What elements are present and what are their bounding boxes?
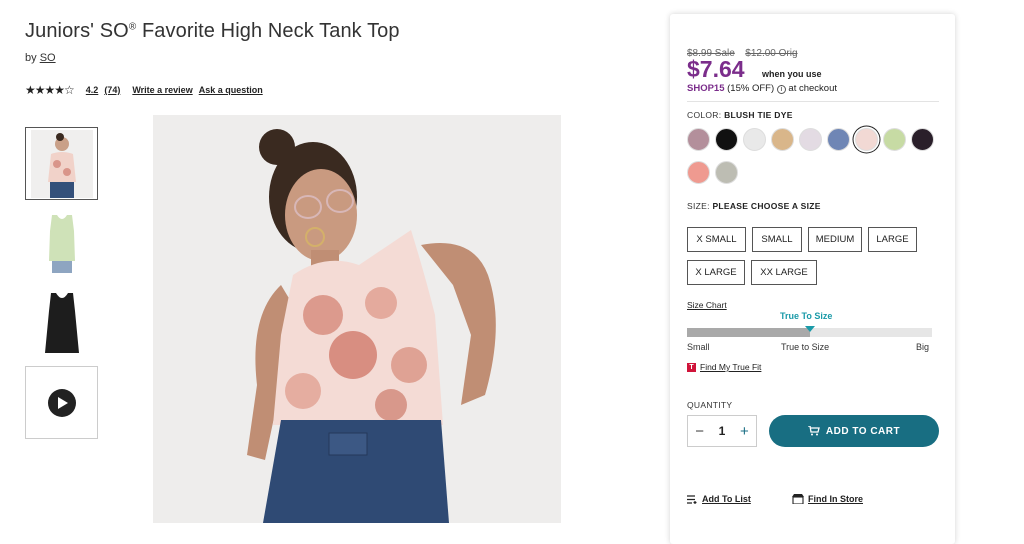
color-swatch[interactable]: [687, 128, 710, 151]
fit-indicator-label: True To Size: [780, 311, 833, 321]
promo-line: SHOP15 (15% OFF) i at checkout: [687, 83, 837, 94]
color-swatch[interactable]: [911, 128, 934, 151]
size-large[interactable]: LARGE: [868, 227, 917, 252]
color-swatch[interactable]: [771, 128, 794, 151]
color-swatch[interactable]: [715, 161, 738, 184]
find-in-store-link[interactable]: Find In Store: [792, 494, 863, 504]
true-fit-row[interactable]: T Find My True Fit: [687, 362, 761, 372]
color-swatch[interactable]: [855, 128, 878, 151]
quantity-stepper: − 1 +: [687, 415, 757, 447]
list-icon: [687, 494, 697, 504]
size-small[interactable]: SMALL: [752, 227, 802, 252]
write-review-link[interactable]: Write a review: [132, 85, 192, 95]
fit-scale-bar: [687, 326, 932, 337]
rating-row: ★★★★☆ 4.2 (74) Write a review Ask a ques…: [25, 83, 269, 97]
main-product-image[interactable]: [153, 115, 561, 523]
star-rating-icon: ★★★★☆: [25, 83, 75, 97]
color-swatch[interactable]: [883, 128, 906, 151]
brand-line: by SO: [25, 52, 56, 64]
add-to-list-link[interactable]: Add To List: [687, 494, 751, 504]
play-icon: [47, 388, 76, 417]
brand-link[interactable]: SO: [40, 52, 56, 64]
quantity-value[interactable]: 1: [719, 424, 726, 438]
green-tank-thumb-image: [48, 214, 75, 273]
rating-value-link[interactable]: 4.2: [86, 85, 99, 95]
fit-marker-icon: [804, 326, 815, 332]
decrement-button[interactable]: −: [695, 423, 704, 440]
cart-icon: [807, 426, 820, 436]
color-swatch[interactable]: [827, 128, 850, 151]
increment-button[interactable]: +: [740, 423, 749, 440]
color-swatch[interactable]: [715, 128, 738, 151]
current-price: $7.64: [687, 56, 745, 82]
product-title: Juniors' SO® Favorite High Neck Tank Top: [25, 20, 400, 42]
color-label: COLOR: BLUSH TIE DYE: [687, 110, 793, 120]
when-you-use-text: when you use: [762, 69, 822, 79]
find-true-fit-link[interactable]: Find My True Fit: [700, 362, 761, 372]
color-swatch[interactable]: [743, 128, 766, 151]
size-xx-large[interactable]: XX LARGE: [751, 260, 817, 285]
model-thumb-image: [30, 129, 93, 198]
divider: [687, 101, 939, 102]
size-x-large[interactable]: X LARGE: [687, 260, 745, 285]
thumbnail-video[interactable]: [25, 366, 98, 439]
size-chart-link[interactable]: Size Chart: [687, 300, 727, 310]
size-x-small[interactable]: X SMALL: [687, 227, 746, 252]
scale-big-label: Big: [916, 342, 930, 352]
size-label: SIZE: PLEASE CHOOSE A SIZE: [687, 201, 821, 211]
model-illustration: [153, 115, 561, 523]
color-swatch[interactable]: [799, 128, 822, 151]
thumbnail-green-tank[interactable]: [25, 208, 98, 281]
thumbnail-model-front[interactable]: [25, 127, 98, 200]
size-medium[interactable]: MEDIUM: [808, 227, 862, 252]
quantity-label: QUANTITY: [687, 400, 733, 410]
fit-scale-fill: [687, 328, 810, 337]
info-icon[interactable]: i: [776, 85, 786, 94]
ask-question-link[interactable]: Ask a question: [199, 85, 263, 95]
scale-mid-label: True to Size: [781, 342, 830, 352]
black-tank-thumb-image: [44, 292, 79, 353]
promo-code: SHOP15: [687, 83, 725, 94]
orig-price-struck: $12.00 Orig: [745, 48, 798, 59]
thumbnail-black-tank[interactable]: [25, 286, 98, 359]
scale-small-label: Small: [687, 342, 710, 352]
add-to-cart-button[interactable]: ADD TO CART: [769, 415, 939, 447]
review-count-link[interactable]: (74): [104, 85, 120, 95]
color-swatch[interactable]: [687, 161, 710, 184]
true-fit-logo-icon: T: [687, 362, 696, 372]
store-icon: [792, 494, 804, 504]
purchase-panel: $8.99 Sale $12.00 Orig $7.64 when you us…: [670, 14, 955, 544]
